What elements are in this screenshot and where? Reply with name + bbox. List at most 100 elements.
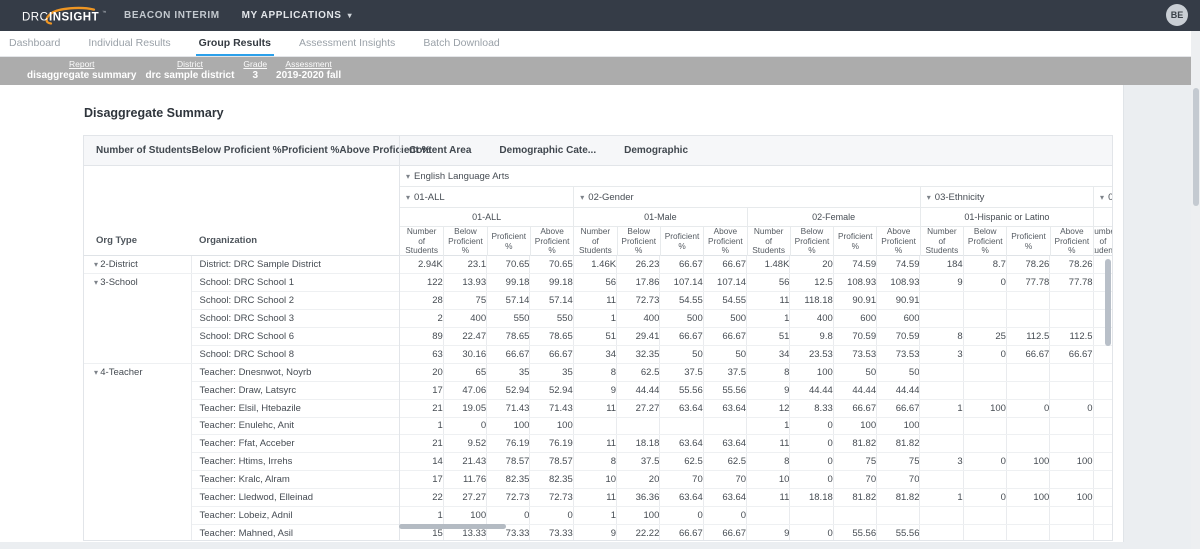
collapse-group-icon[interactable]: ▾ — [1100, 193, 1104, 202]
metric-cell: 37.5 — [617, 453, 660, 471]
table-row: 240055055014005005001400600600 — [400, 310, 1112, 328]
metric-cell — [1006, 524, 1049, 541]
tab-individual-results[interactable]: Individual Results — [85, 31, 173, 56]
chip-demographic[interactable]: Demographic — [624, 145, 688, 156]
organization-cell: Teacher: Elsil, Htebazile — [191, 399, 399, 417]
metric-cell: 76.19 — [530, 435, 573, 453]
metric-cell: 62.5 — [617, 363, 660, 381]
metric-cell-partial — [1093, 471, 1112, 489]
metric-cell: 51 — [747, 328, 790, 346]
metric-cell: 66.67 — [1050, 345, 1093, 363]
metric-cell — [963, 310, 1006, 328]
metric-cell — [617, 417, 660, 435]
metric-cell-partial — [1093, 453, 1112, 471]
metric-cell: 0 — [790, 471, 833, 489]
collapse-group-icon[interactable]: ▾ — [406, 193, 410, 202]
metric-cell: 66.67 — [877, 399, 920, 417]
breadcrumb-label[interactable]: Assessment — [285, 60, 331, 70]
metric-cell: 8 — [747, 453, 790, 471]
metric-cell: 89 — [400, 328, 443, 346]
metric-cell: 78.57 — [487, 453, 530, 471]
metric-cell: 78.57 — [530, 453, 573, 471]
metric-cell: 20 — [617, 471, 660, 489]
group-02-gender[interactable]: ▾02-Gender — [573, 187, 920, 207]
collapse-group-icon[interactable]: ▾ — [580, 193, 584, 202]
group-03-ethnicity[interactable]: ▾03-Ethnicity — [920, 187, 1093, 207]
metric-cell: 400 — [443, 310, 486, 328]
organization-cell: District: DRC Sample District — [191, 256, 399, 274]
metric-cell: 70.65 — [487, 256, 530, 274]
tab-batch-download[interactable]: Batch Download — [420, 31, 502, 56]
org-type-cell: ▾ 4-Teacher — [84, 363, 191, 541]
metric-cell-partial — [1093, 363, 1112, 381]
metric-cell: 11 — [573, 399, 616, 417]
tab-assessment-insights[interactable]: Assessment Insights — [296, 31, 398, 56]
chip-proficient[interactable]: Proficient % — [282, 145, 340, 156]
logo-trademark: ™ — [102, 10, 107, 15]
group-01-all[interactable]: ▾01-ALL — [400, 187, 573, 207]
metric-header-proficient: Proficient% — [833, 227, 876, 256]
metric-cell: 400 — [617, 310, 660, 328]
collapse-group-icon[interactable]: ▾ — [927, 193, 931, 202]
breadcrumb-district: Districtdrc sample district — [146, 60, 235, 81]
metric-cell: 74.59 — [833, 256, 876, 274]
metric-cell: 8.7 — [963, 256, 1006, 274]
organization-cell: School: DRC School 2 — [191, 292, 399, 310]
metric-cell: 66.67 — [487, 345, 530, 363]
collapse-content-area-icon[interactable]: ▾ — [406, 172, 410, 181]
tab-dashboard[interactable]: Dashboard — [6, 31, 63, 56]
chip-number-of-students[interactable]: Number of Students — [96, 145, 192, 156]
metric-cell — [877, 506, 920, 524]
table-row: 2119.0571.4371.431127.2763.6463.64128.33… — [400, 399, 1112, 417]
my-applications-menu[interactable]: MY APPLICATIONS ▾ — [242, 10, 353, 21]
metric-cell: 63.64 — [703, 399, 746, 417]
page-scrollbar-thumb[interactable] — [1193, 88, 1199, 206]
metric-cell: 1 — [400, 506, 443, 524]
metric-cell: 11 — [573, 292, 616, 310]
metric-cell: 108.93 — [877, 274, 920, 292]
metric-cell: 27.27 — [443, 489, 486, 507]
metric-cell — [920, 310, 963, 328]
metric-header-below-proficient: BelowProficient% — [617, 227, 660, 256]
metric-cell: 78.65 — [530, 328, 573, 346]
demographic-row: 01-ALL01-Male02-Female01-Hispanic or Lat… — [400, 208, 1112, 227]
organization-cell: School: DRC School 3 — [191, 310, 399, 328]
breadcrumb-label[interactable]: Grade — [243, 60, 267, 70]
metric-cell — [920, 417, 963, 435]
metric-cell-partial — [1093, 381, 1112, 399]
metric-cell: 74.59 — [877, 256, 920, 274]
metric-cell: 81.82 — [833, 489, 876, 507]
data-pane: ▾ English Language Arts ▾01-ALL▾02-Gende… — [399, 166, 1112, 541]
metric-cell: 112.5 — [1006, 328, 1049, 346]
metric-cell: 20 — [400, 363, 443, 381]
metric-cell — [963, 506, 1006, 524]
metric-cell: 100 — [1006, 453, 1049, 471]
group-04[interactable]: ▾ 04 — [1093, 187, 1112, 207]
vertical-scrollbar-thumb[interactable] — [1105, 259, 1111, 346]
organization-cell: Teacher: Mahned, Asil — [191, 524, 399, 541]
drc-insight-logo[interactable]: DRC INSIGHT ™ — [18, 5, 110, 27]
app-window: DRC INSIGHT ™ BEACON INTERIM MY APPLICAT… — [0, 0, 1200, 549]
metric-cell: 73.53 — [833, 345, 876, 363]
page-scrollbar[interactable] — [1191, 31, 1200, 549]
group-label: 04 — [1108, 192, 1112, 203]
chip-demographic-cate[interactable]: Demographic Cate... — [499, 145, 596, 156]
chip-below-proficient[interactable]: Below Proficient % — [192, 145, 282, 156]
breadcrumb-label[interactable]: District — [177, 60, 203, 70]
metric-cell: 70 — [833, 471, 876, 489]
metric-cell: 0 — [963, 453, 1006, 471]
user-avatar[interactable]: BE — [1166, 4, 1188, 26]
horizontal-scrollbar-thumb[interactable] — [399, 524, 506, 529]
metric-cell — [920, 435, 963, 453]
metric-cell: 9.8 — [790, 328, 833, 346]
org-type-header: Org Type — [84, 235, 191, 255]
tab-group-results[interactable]: Group Results — [196, 31, 274, 56]
metric-cell: 2.94K — [400, 256, 443, 274]
breadcrumb-label[interactable]: Report — [69, 60, 95, 70]
chip-content-area[interactable]: Content Area — [409, 145, 471, 156]
content-card: Disaggregate Summary Number of StudentsB… — [0, 85, 1124, 542]
metric-cell — [1006, 363, 1049, 381]
metric-cell: 600 — [833, 310, 876, 328]
metric-header-below-proficient: BelowProficient% — [443, 227, 486, 256]
org-type-label: 4-Teacher — [100, 367, 142, 378]
